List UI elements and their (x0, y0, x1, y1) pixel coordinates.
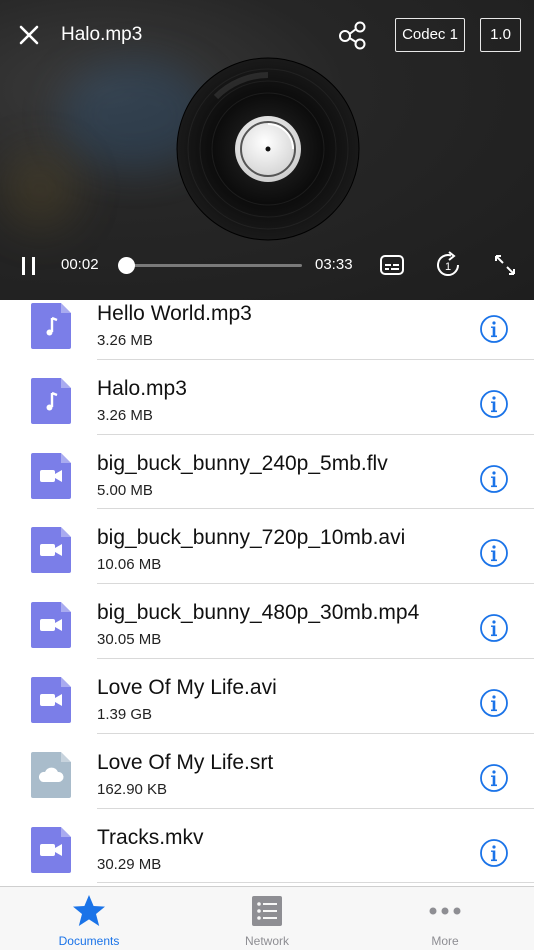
total-time: 03:33 (315, 256, 353, 273)
tab-bar: Documents Network More (0, 886, 534, 950)
audio-file-icon (31, 303, 71, 349)
fullscreen-icon (495, 255, 515, 275)
file-name: big_buck_bunny_240p_5mb.flv (97, 451, 388, 475)
file-name: Tracks.mkv (97, 825, 204, 849)
file-row[interactable]: big_buck_bunny_480p_30mb.mp4 30.05 MB (0, 584, 534, 659)
repeat-one-icon: 1 (437, 251, 460, 277)
file-name: big_buck_bunny_720p_10mb.avi (97, 526, 406, 550)
info-button[interactable] (479, 763, 509, 793)
info-icon (480, 315, 508, 343)
more-dots-icon (427, 893, 463, 929)
info-icon (480, 539, 508, 568)
file-row[interactable]: Halo.mp3 3.26 MB (0, 360, 534, 435)
list-icon (249, 893, 285, 929)
seek-bar-thumb[interactable] (117, 257, 135, 274)
info-button[interactable] (479, 688, 509, 718)
info-icon (480, 763, 508, 792)
close-icon (19, 25, 39, 45)
file-size: 10.06 MB (97, 556, 162, 574)
file-size: 5.00 MB (97, 481, 153, 499)
repeat-one-button[interactable]: 1 (433, 250, 463, 280)
cloud-file-icon (31, 751, 71, 798)
share-icon (339, 21, 366, 50)
info-icon (480, 689, 508, 717)
player-title: Halo.mp3 (61, 24, 143, 45)
file-row[interactable]: Love Of My Life.avi 1.39 GB (0, 659, 534, 734)
info-button[interactable] (479, 314, 509, 344)
file-name: big_buck_bunny_480p_30mb.mp4 (97, 601, 420, 625)
tab-label: More (431, 934, 459, 948)
info-icon (480, 464, 508, 493)
pause-icon (22, 257, 35, 275)
fullscreen-button[interactable] (490, 250, 520, 280)
row-divider (97, 882, 534, 884)
tab-documents[interactable]: Documents (0, 887, 178, 951)
info-button[interactable] (479, 464, 509, 494)
info-icon (480, 614, 508, 643)
tab-network[interactable]: Network (178, 887, 356, 951)
info-button[interactable] (479, 389, 509, 419)
share-button[interactable] (336, 19, 368, 51)
video-file-icon (31, 677, 71, 723)
tab-label: Network (244, 934, 289, 948)
info-button[interactable] (479, 613, 509, 643)
file-size: 1.39 GB (97, 706, 153, 723)
tab-label: Documents (58, 934, 120, 948)
close-button[interactable] (14, 20, 44, 50)
info-icon (480, 389, 508, 418)
pause-button[interactable] (14, 251, 44, 281)
background-blur (0, 150, 80, 230)
audio-file-icon (31, 377, 71, 424)
star-icon (71, 893, 107, 929)
info-icon (480, 838, 508, 867)
file-name: Love Of My Life.srt (97, 750, 274, 774)
playback-speed-button[interactable]: 1.0 (480, 18, 521, 52)
file-size: 30.05 MB (97, 631, 162, 649)
subtitles-button[interactable] (377, 250, 407, 280)
subtitles-icon (380, 255, 404, 275)
info-button[interactable] (479, 538, 509, 568)
file-row[interactable]: Tracks.mkv 30.29 MB (0, 809, 534, 884)
info-button[interactable] (479, 838, 509, 868)
file-row[interactable]: Hello World.mp3 3.26 MB (0, 300, 534, 360)
file-size: 3.26 MB (97, 332, 153, 349)
codec-button[interactable]: Codec 1 (395, 18, 465, 52)
file-name: Hello World.mp3 (97, 302, 252, 325)
video-file-icon (31, 826, 71, 873)
file-row[interactable]: Love Of My Life.srt 162.90 KB (0, 734, 534, 809)
tab-more[interactable]: More (356, 887, 534, 951)
seek-bar[interactable] (124, 264, 302, 267)
file-size: 30.29 MB (97, 855, 162, 873)
file-name: Halo.mp3 (97, 376, 187, 400)
video-player[interactable]: Halo.mp3 Codec 1 1.0 00:02 03:33 1 (0, 0, 534, 300)
file-list[interactable]: Hello World.mp3 3.26 MB Halo.mp3 3.26 MB big… (0, 300, 534, 886)
video-file-icon (31, 452, 71, 499)
file-row[interactable]: big_buck_bunny_720p_10mb.avi 10.06 MB (0, 509, 534, 585)
file-size: 3.26 MB (97, 406, 153, 424)
file-name: Love Of My Life.avi (97, 676, 277, 699)
svg-text:1: 1 (445, 261, 451, 273)
file-size: 162.90 KB (97, 780, 168, 798)
vinyl-disc-artwork (176, 57, 360, 241)
current-time: 00:02 (61, 256, 99, 273)
player-controls: 00:02 03:33 1 (0, 245, 534, 285)
video-file-icon (31, 602, 71, 649)
video-file-icon (31, 527, 71, 574)
file-row[interactable]: big_buck_bunny_240p_5mb.flv 5.00 MB (0, 435, 534, 510)
